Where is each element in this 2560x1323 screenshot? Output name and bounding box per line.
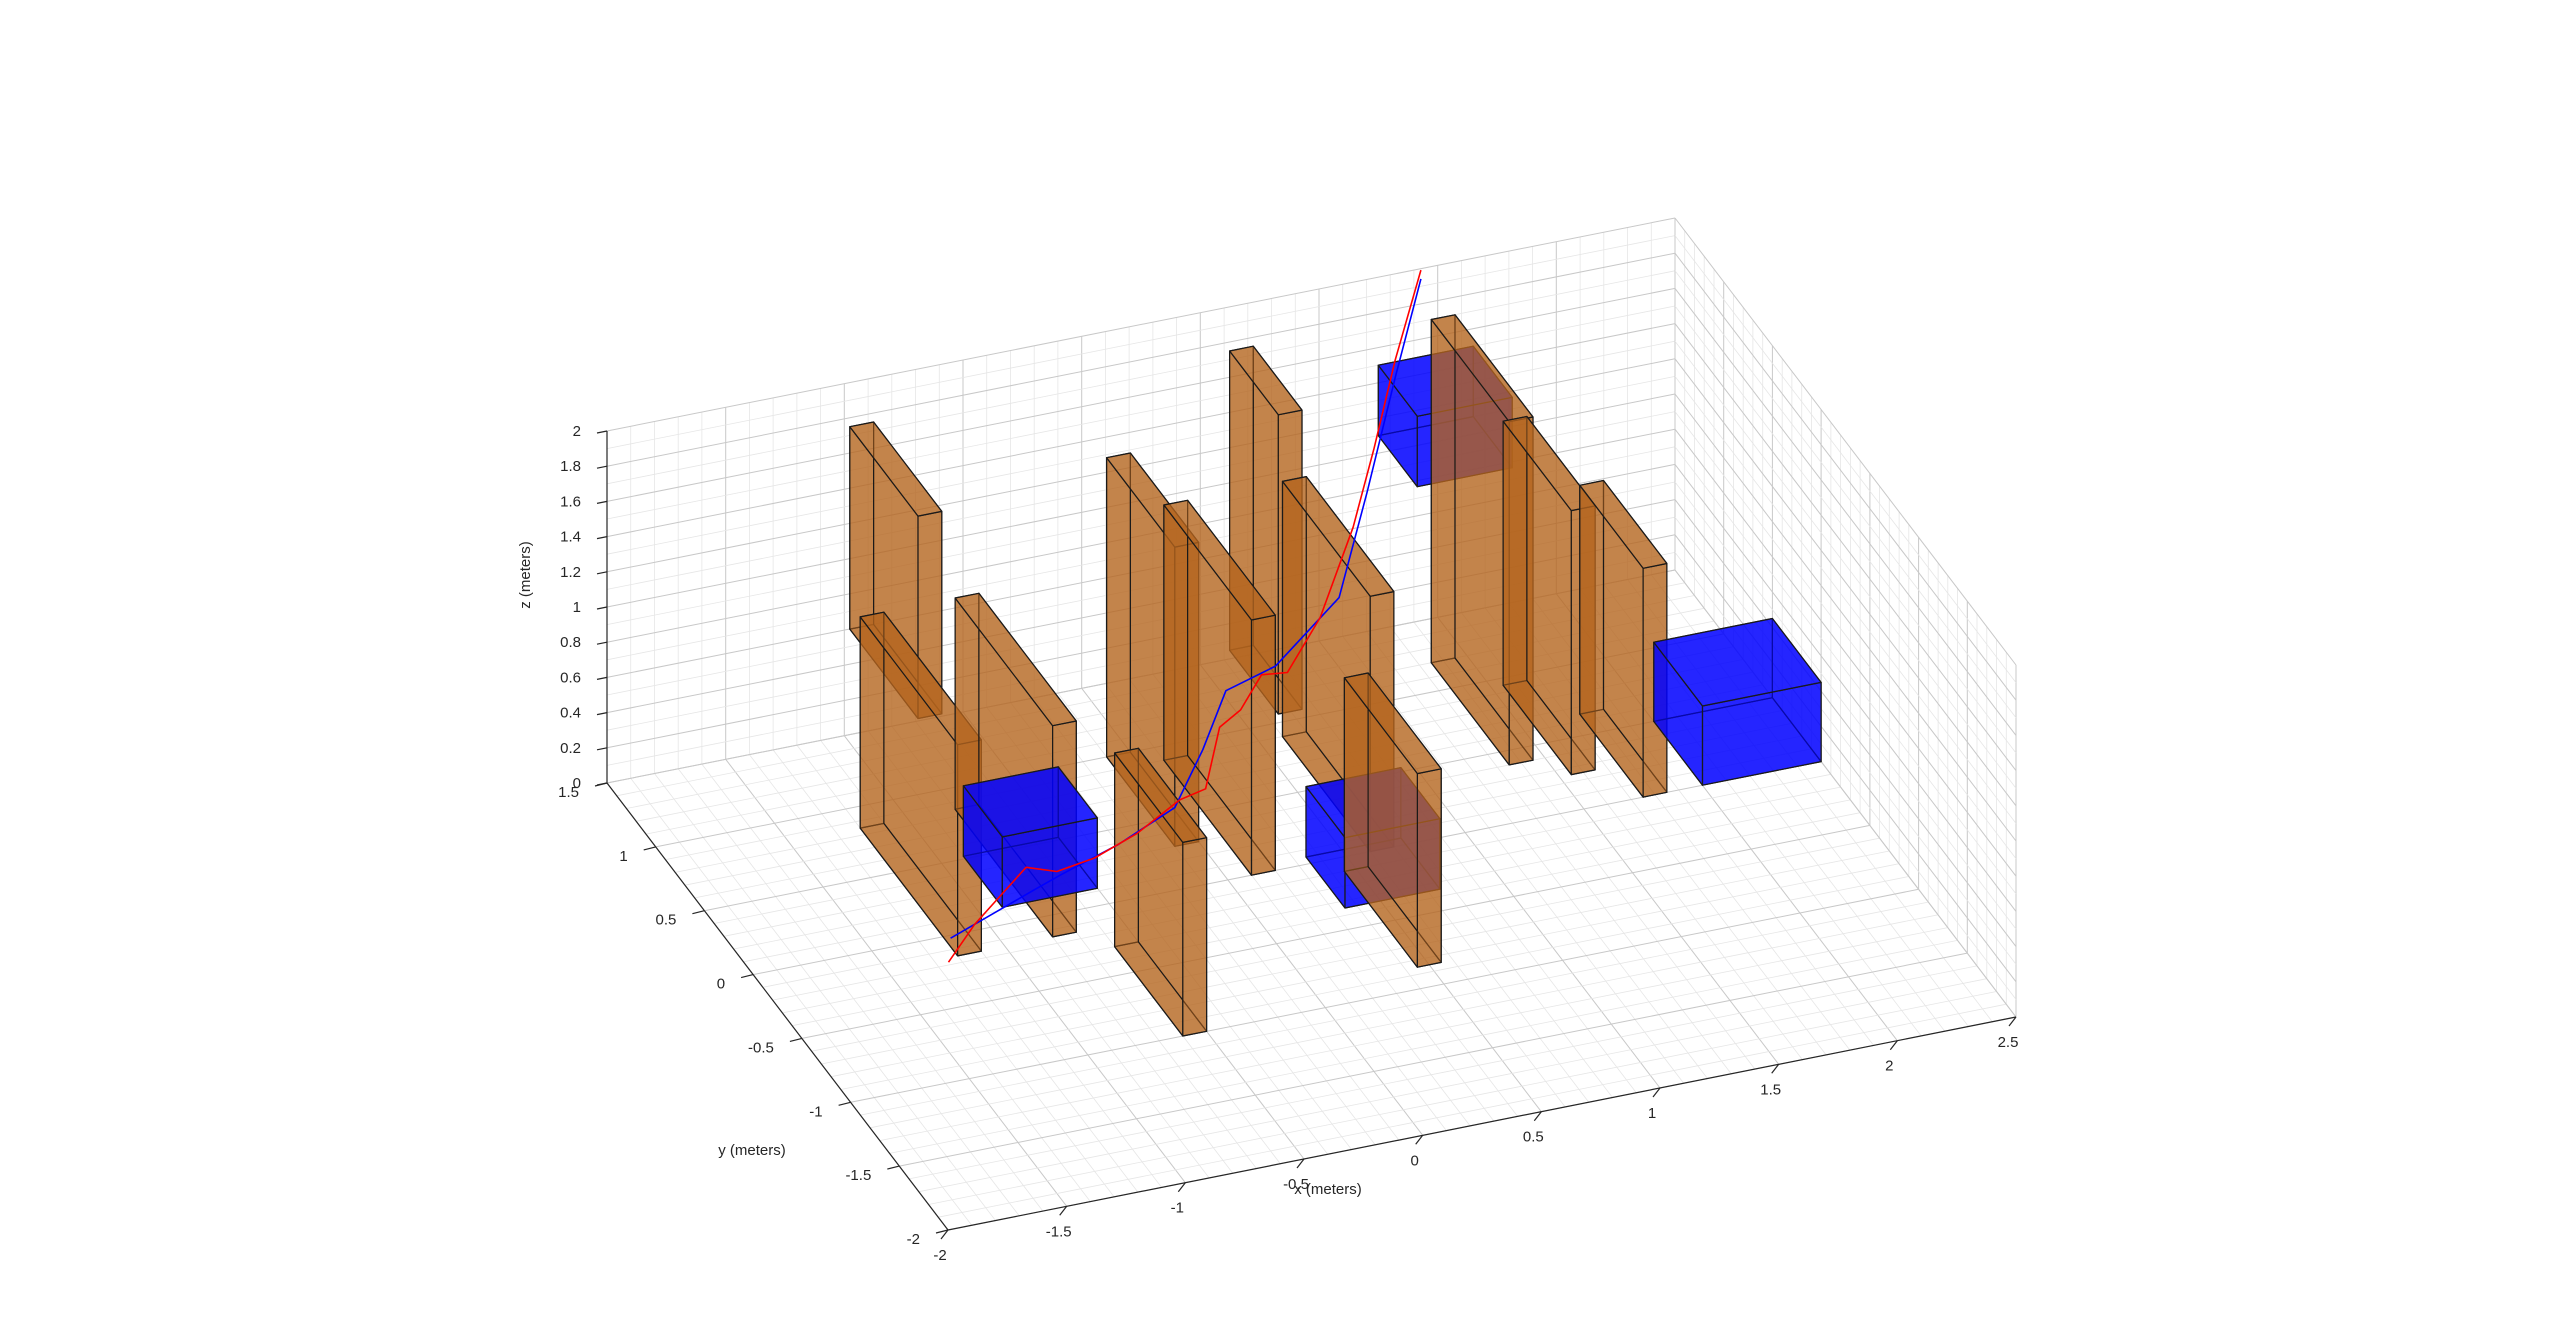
z-tick-label: 0	[573, 775, 581, 792]
z-tick-label: 0.4	[560, 705, 581, 722]
y-tick-label: 0	[717, 976, 725, 993]
z-tick-mark	[596, 747, 608, 751]
z-tick-mark	[596, 606, 608, 610]
3d-chart: -2-1.5-1-0.500.511.522.5-2-1.5-1-0.500.5…	[517, 217, 2019, 1264]
floor-grid-line	[928, 991, 1997, 1205]
y-tick-mark	[789, 1037, 803, 1042]
cube-left	[962, 766, 1098, 908]
z-tick-mark	[596, 536, 608, 540]
wall-i	[1343, 672, 1442, 968]
z-tick-label: 2	[573, 423, 581, 440]
floor-grid-line	[938, 1003, 2007, 1218]
y-axis-label: y (meters)	[718, 1142, 786, 1159]
y-tick-mark	[838, 1101, 851, 1106]
y-tick-label: 1	[619, 848, 627, 865]
x-tick-label: -1.5	[1046, 1223, 1072, 1240]
wall-f-face	[1250, 614, 1276, 876]
x-axis-label: x (meters)	[1294, 1181, 1362, 1198]
z-tick-mark	[596, 571, 608, 575]
z-tick-mark	[596, 712, 608, 716]
wall-i-face	[1416, 768, 1442, 968]
floor-grid-line	[918, 978, 1987, 1193]
y-tick-label: -1	[809, 1103, 822, 1120]
z-axis-label: z (meters)	[517, 541, 534, 609]
z-tick-label: 0.6	[560, 669, 581, 686]
y-tick-label: -0.5	[748, 1039, 774, 1056]
floor-grid-line	[899, 952, 1968, 1167]
x-tick-label: 1.5	[1760, 1081, 1781, 1098]
wall-d-face	[1182, 837, 1208, 1037]
z-tick-label: 1.2	[560, 564, 581, 581]
z-tick-mark	[596, 465, 608, 469]
y-tick-label: -1.5	[845, 1167, 871, 1184]
z-tick-label: 0.8	[560, 634, 581, 651]
y-tick-mark	[643, 846, 656, 851]
x-tick-label: -1	[1171, 1200, 1184, 1217]
x-tick-label: 1	[1648, 1105, 1656, 1122]
z-tick-mark	[596, 430, 608, 434]
x-tick-label: 2.5	[1998, 1034, 2019, 1051]
z-tick-label: 1	[573, 599, 581, 616]
z-tick-label: 1.6	[560, 493, 581, 510]
x-tick-label: 2	[1885, 1058, 1893, 1075]
z-tick-label: 1.4	[560, 529, 581, 546]
z-tick-mark	[596, 676, 608, 680]
z-tick-mark	[596, 500, 608, 504]
y-tick-mark	[887, 1165, 900, 1170]
z-tick-mark	[596, 641, 608, 645]
x-tick-label: 0	[1411, 1152, 1419, 1169]
y-tick-label: 0.5	[656, 912, 677, 929]
x-tick-label: 0.5	[1523, 1129, 1544, 1146]
y-tick-mark	[740, 974, 754, 979]
y-tick-mark	[692, 910, 705, 915]
floor-grid-line	[908, 965, 1978, 1180]
side-grid-line	[1674, 217, 2017, 666]
z-tick-label: 0.2	[560, 740, 581, 757]
x-axis-line	[947, 1016, 2017, 1231]
side-grid-line	[1674, 235, 2017, 683]
y-tick-label: -2	[907, 1231, 920, 1248]
floor-grid-line	[889, 940, 1958, 1154]
x-tick-label: -2	[933, 1247, 946, 1264]
z-tick-label: 1.8	[560, 458, 581, 475]
